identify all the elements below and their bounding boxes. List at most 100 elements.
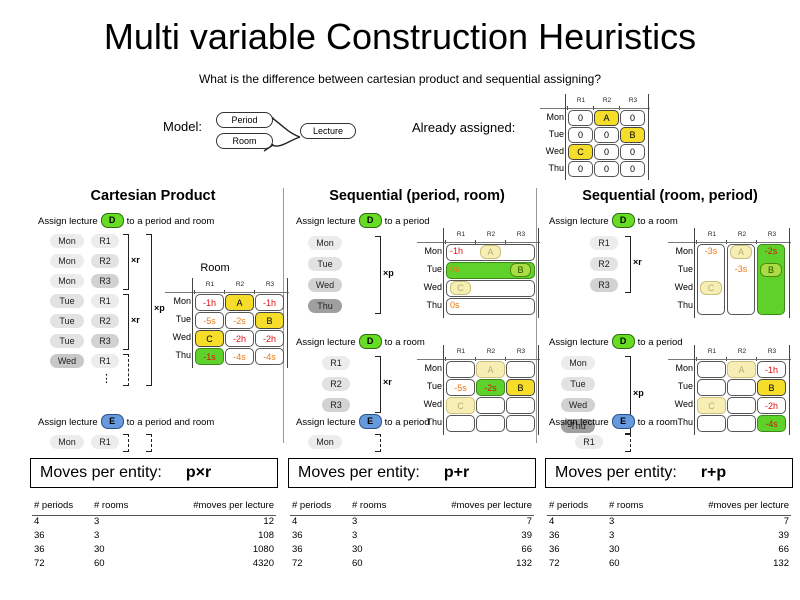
lecture-pill-D[interactable]: D [611,213,635,228]
grid-row-header-Mon: Mon [675,246,693,256]
room-pill[interactable]: R2 [91,314,119,328]
period-pill[interactable]: Mon [50,234,84,248]
assign-prefix: Assign lecture [38,417,98,429]
period-pill[interactable]: Mon [308,236,342,250]
table-row: 72 60 4320 [32,558,276,572]
moves-th-rooms: # rooms [94,500,129,511]
room-pill[interactable]: R1 [91,294,119,308]
moves-per-entity-box: Moves per entity: p+r [288,458,536,488]
moves-label: Moves per entity: [555,464,677,481]
grid-row-score: 0s [450,264,460,274]
cell-moves: 108 [258,530,274,541]
bracket-p [146,234,152,386]
period-pill[interactable]: Wed [308,278,342,292]
cell-periods: 4 [34,516,40,527]
cell-moves: 66 [778,544,789,555]
grid-col-header-R1: R1 [576,97,586,104]
grid-col-header-R2: R2 [602,97,612,104]
bracket-r-1 [123,234,129,290]
grid-cell: -2s [476,379,505,396]
grid-cell [446,361,475,378]
grid-right-border [789,345,791,435]
lecture-pill-D[interactable]: D [611,334,635,349]
period-pill[interactable]: Wed [561,398,595,412]
moves-table-header: # periods # rooms #moves per lecture [290,500,534,516]
period-pill[interactable]: Mon [308,435,342,449]
period-pill[interactable]: Tue [50,334,84,348]
room-pill[interactable]: R1 [91,435,119,449]
period-pill[interactable]: Tue [308,257,342,271]
assign-prefix: Assign lecture [549,216,609,228]
table-row: 4 3 7 [547,516,791,530]
model-node-period[interactable]: Period [216,112,273,128]
grid-cell: 0 [568,110,593,126]
room-pill[interactable]: R3 [322,398,350,412]
room-pill[interactable]: R2 [590,257,618,271]
assign-lecture-line-2: Assign lecture Dto a period [549,334,683,350]
period-pill[interactable]: Tue [50,294,84,308]
grid-cell: C [568,144,593,160]
assign-suffix: to a period [384,417,430,429]
room-pill[interactable]: R1 [590,236,618,250]
cell-rooms: 60 [94,558,105,569]
grid-right-border [538,345,540,435]
period-pill[interactable]: Tue [50,314,84,328]
grid-col-header-R3: R3 [265,281,275,288]
model-node-lecture[interactable]: Lecture [300,123,356,139]
grid-cell [476,415,505,432]
grid-cell: C [697,397,726,414]
grid-row-header-Tue: Tue [426,264,442,274]
grid-cell: 0 [620,161,645,177]
period-pill[interactable]: Mon [561,356,595,370]
moves-table: # periods # rooms #moves per lecture 4 3 12 36… [32,500,276,572]
room-pill[interactable]: R2 [91,254,119,268]
grid-cell: -4s [255,348,284,365]
model-node-room[interactable]: Room [216,133,273,149]
room-pill[interactable]: R1 [91,354,119,368]
cell-moves: 7 [783,516,789,527]
assign-lecture-line-2: Assign lecture Eto a period and room [38,414,214,430]
assign-suffix: to a room [384,337,425,349]
room-pill[interactable]: R1 [322,356,350,370]
grid-cell [506,415,535,432]
multiplier-r-1: ×r [633,257,642,267]
grid-cell: -2s [225,312,254,329]
bracket-p-1 [375,236,381,314]
room-pill[interactable]: R3 [91,334,119,348]
period-pill[interactable]: Mon [50,435,84,449]
lecture-pill-D[interactable]: D [358,334,382,349]
cell-moves: 132 [516,558,532,569]
grid-row-header-Thu: Thu [175,350,191,360]
column-divider-2 [536,188,538,443]
table-row: 4 3 7 [290,516,534,530]
cell-moves: 132 [773,558,789,569]
assign-prefix: Assign lecture [38,216,98,228]
table-row: 36 30 66 [290,544,534,558]
table-row: 36 30 66 [547,544,791,558]
lecture-pill-E[interactable]: E [358,414,382,429]
period-pill[interactable]: Tue [561,377,595,391]
grid-row-header-Tue: Tue [677,381,693,391]
lecture-pill-E[interactable]: E [100,414,124,429]
period-pill[interactable]: Thu [308,299,342,313]
cell-periods: 36 [34,530,45,541]
room-pill[interactable]: R2 [322,377,350,391]
lecture-pill-D[interactable]: D [100,213,124,228]
grid-cell: 0 [620,110,645,126]
room-pill[interactable]: R1 [575,435,603,449]
cell-periods: 72 [549,558,560,569]
room-pill[interactable]: R3 [590,278,618,292]
lecture-pill-D[interactable]: D [358,213,382,228]
grid-col-score: -3s [704,246,718,256]
period-pill[interactable]: Mon [50,254,84,268]
period-pill[interactable]: Wed [50,354,84,368]
cell-periods: 36 [34,544,45,555]
table-row: 36 3 39 [547,530,791,544]
cell-moves: 12 [263,516,274,527]
period-pill[interactable]: Mon [50,274,84,288]
moves-label: Moves per entity: [298,464,420,481]
grid-cell: -1s [195,348,224,365]
room-pill[interactable]: R3 [91,274,119,288]
lecture-pill-E[interactable]: E [611,414,635,429]
room-pill[interactable]: R1 [91,234,119,248]
